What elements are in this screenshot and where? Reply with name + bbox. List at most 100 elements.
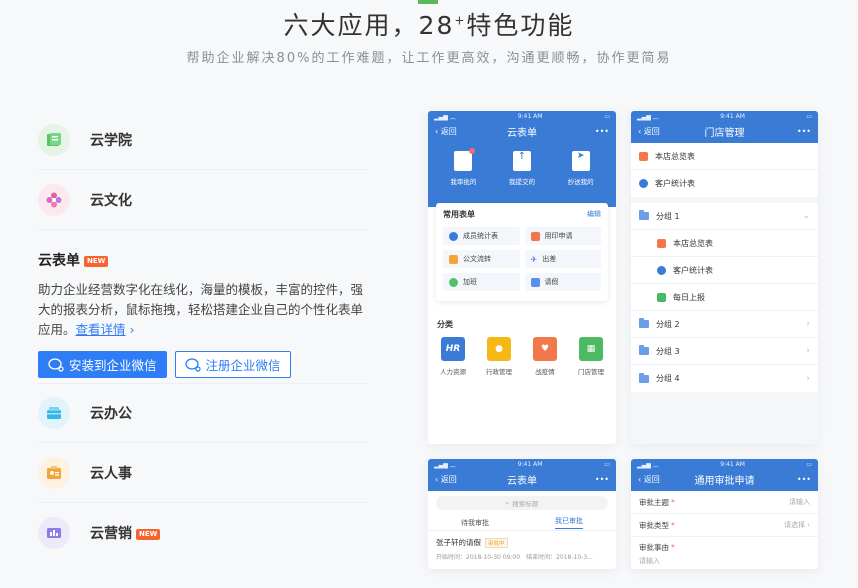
chevron-right-icon: › xyxy=(806,373,810,384)
pie-chart-icon xyxy=(639,179,648,188)
phone1-back-button[interactable]: ‹ 返回 xyxy=(435,126,457,137)
form-tile-leave[interactable]: 请假 xyxy=(524,273,601,291)
form-tile-overtime[interactable]: 加班 xyxy=(443,273,520,291)
search-icon: ⌕ xyxy=(505,498,510,507)
chevron-right-icon: › xyxy=(129,322,135,337)
category-hr[interactable]: HR 人力资源 xyxy=(434,337,472,376)
phone3-more-icon[interactable]: ••• xyxy=(595,475,609,484)
feature-office[interactable]: 云办公 xyxy=(38,383,368,443)
phone1-more-icon[interactable]: ••• xyxy=(595,127,609,136)
group-row-1[interactable]: 分组 1 ⌄ xyxy=(631,203,818,230)
form-tile-member-stats[interactable]: 成员统计表 xyxy=(443,227,520,245)
academy-icon xyxy=(38,123,70,156)
group-subitem[interactable]: 每日上报 xyxy=(631,284,818,311)
approval-entry[interactable]: 张子轩的请假 审批中 开始时间：2018-10-30 09:00 结束时间：2018… xyxy=(428,531,616,567)
category-store[interactable]: ▦ 门店管理 xyxy=(572,337,610,376)
expanded-feature-form: 云表单 NEW 助力企业经营数字化在线化，海量的模板，丰富的控件，强大的报表分析，… xyxy=(38,250,368,340)
form-tile-trip[interactable]: ✈ 出差 xyxy=(524,250,601,268)
folder-icon xyxy=(639,345,649,355)
briefcase-icon xyxy=(449,254,458,264)
report-icon xyxy=(657,292,666,302)
phone-form-app: ▂▄▆ ︵ 9:41 AM ▭ ‹ 返回 云表单 ••• 我审批的 ↑ 我提交的 ➤… xyxy=(428,111,616,444)
form-tile-seal[interactable]: 用印申请 xyxy=(524,227,601,245)
phone2-back-button[interactable]: ‹ 返回 xyxy=(638,126,660,137)
phone4-back-button[interactable]: ‹ 返回 xyxy=(638,474,660,485)
send-icon: ➤ xyxy=(571,151,590,171)
chevron-right-icon: › xyxy=(807,521,810,529)
phone1-edit-link[interactable]: 编辑 xyxy=(587,209,601,220)
phone3-search-input[interactable]: ⌕ 搜索标题 xyxy=(436,496,608,510)
status-badge: 审批中 xyxy=(485,537,508,548)
register-wecom-button[interactable]: 注册企业微信 xyxy=(174,351,291,378)
battery-icon: ▭ xyxy=(604,112,610,120)
hero-subtitle: 帮助企业解决80%的工作难题，让工作更高效，沟通更顺畅，协作更简易 xyxy=(186,51,672,66)
phone-approvals: ▂▄▆ ︵ 9:41 AM ▭ ‹ 返回 云表单 ••• ⌕ 搜索标题 待我审批 我已… xyxy=(428,459,616,569)
battery-icon: ▭ xyxy=(806,112,812,120)
battery-icon: ▭ xyxy=(806,460,812,468)
dashboard-icon xyxy=(639,151,648,161)
feature-culture[interactable]: 云文化 xyxy=(38,170,368,230)
feature-marketing-label: 云营销 NEW xyxy=(90,523,161,543)
type-field[interactable]: 审批类型 * 请选择 › xyxy=(631,514,818,537)
phone1-action-cc[interactable]: ➤ 抄送我的 xyxy=(562,151,600,186)
pie-chart-icon xyxy=(657,265,666,275)
battery-icon: ▭ xyxy=(604,460,610,468)
feature-academy[interactable]: 云学院 xyxy=(38,110,368,170)
group-row-3[interactable]: 分组 3 › xyxy=(631,338,818,365)
expanded-title: 云表单 NEW xyxy=(38,250,368,270)
group-subitem[interactable]: 客户统计表 xyxy=(631,257,818,284)
form-tile-document[interactable]: 公文流转 xyxy=(443,250,520,268)
feature-academy-label: 云学院 xyxy=(90,132,132,149)
phone1-common-forms-card: 常用表单 编辑 成员统计表 用印申请 公文流转 ✈ 出差 加班 请假 xyxy=(436,203,608,301)
stamp-icon xyxy=(530,231,540,241)
phone2-more-icon[interactable]: ••• xyxy=(797,127,811,136)
expanded-description: 助力企业经营数字化在线化，海量的模板，丰富的控件，强大的报表分析，鼠标拖拽，轻松… xyxy=(38,282,364,337)
phone-approval-request: ▂▄▆ ︵ 9:41 AM ▭ ‹ 返回 通用审批申请 ••• 审批主题 * 请输入 审… xyxy=(631,459,818,569)
folder-icon xyxy=(639,210,649,220)
upload-icon: ↑ xyxy=(512,151,531,171)
new-badge: NEW xyxy=(136,528,161,540)
hr-icon xyxy=(38,456,70,489)
phone1-action-submitted[interactable]: ↑ 我提交的 xyxy=(503,151,541,186)
plane-icon: ✈ xyxy=(530,254,538,264)
chevron-right-icon: › xyxy=(806,319,810,329)
feature-marketing[interactable]: 云营销 NEW xyxy=(38,503,368,563)
hr-category-icon: HR xyxy=(441,337,465,361)
install-to-wecom-button[interactable]: 安装到企业微信 xyxy=(38,351,167,378)
feature-hr[interactable]: 云人事 xyxy=(38,443,368,503)
phone1-header: ▂▄▆ ︵ 9:41 AM ▭ ‹ 返回 云表单 ••• 我审批的 ↑ 我提交的 ➤… xyxy=(428,111,616,207)
heart-icon: ♥ xyxy=(533,337,557,361)
reason-field[interactable]: 审批事由 * 请输入 xyxy=(631,537,818,569)
dashboard-icon xyxy=(657,238,666,248)
admin-category-icon: ● xyxy=(487,337,511,361)
group-subitem[interactable]: 本店总览表 xyxy=(631,230,818,257)
phone3-back-button[interactable]: ‹ 返回 xyxy=(435,474,457,485)
feature-office-label: 云办公 xyxy=(90,406,132,422)
phone4-more-icon[interactable]: ••• xyxy=(797,475,811,484)
phone1-action-approved[interactable]: 我审批的 xyxy=(444,148,482,186)
store-list-item[interactable]: 客户统计表 xyxy=(631,170,818,197)
group-row-4[interactable]: 分组 4 › xyxy=(631,365,818,392)
marketing-icon xyxy=(38,517,70,549)
tab-approved[interactable]: 我已审批 xyxy=(555,516,583,529)
folder-icon xyxy=(639,372,649,383)
feature-hr-label: 云人事 xyxy=(90,465,132,482)
wecom-icon xyxy=(48,357,64,372)
store-icon: ▦ xyxy=(579,337,603,361)
view-details-link[interactable]: 查看详情 xyxy=(76,322,126,337)
category-admin[interactable]: ● 行政管理 xyxy=(480,337,518,376)
expanded-actions: 安装到企业微信 注册企业微信 xyxy=(38,351,291,378)
tab-pending-approval[interactable]: 待我审批 xyxy=(461,518,489,528)
phone1-category-title: 分类 xyxy=(437,320,453,329)
store-list-item[interactable]: 本店总览表 xyxy=(631,143,818,170)
wecom-icon xyxy=(184,357,201,372)
group-row-2[interactable]: 分组 2 › xyxy=(631,311,818,338)
phone2-header: ▂▄▆ ︵ 9:41 AM ▭ ‹ 返回 门店管理 ••• xyxy=(631,111,818,143)
folder-icon xyxy=(639,318,649,328)
office-icon xyxy=(38,397,70,429)
category-epidemic[interactable]: ♥ 战疫情 xyxy=(526,337,564,376)
signal-icon: ▂▄▆ ︵ xyxy=(434,113,456,121)
person-icon xyxy=(449,277,458,287)
subject-field[interactable]: 审批主题 * 请输入 xyxy=(631,491,818,514)
hero-title: 六大应用，28+特色功能 xyxy=(283,11,575,40)
